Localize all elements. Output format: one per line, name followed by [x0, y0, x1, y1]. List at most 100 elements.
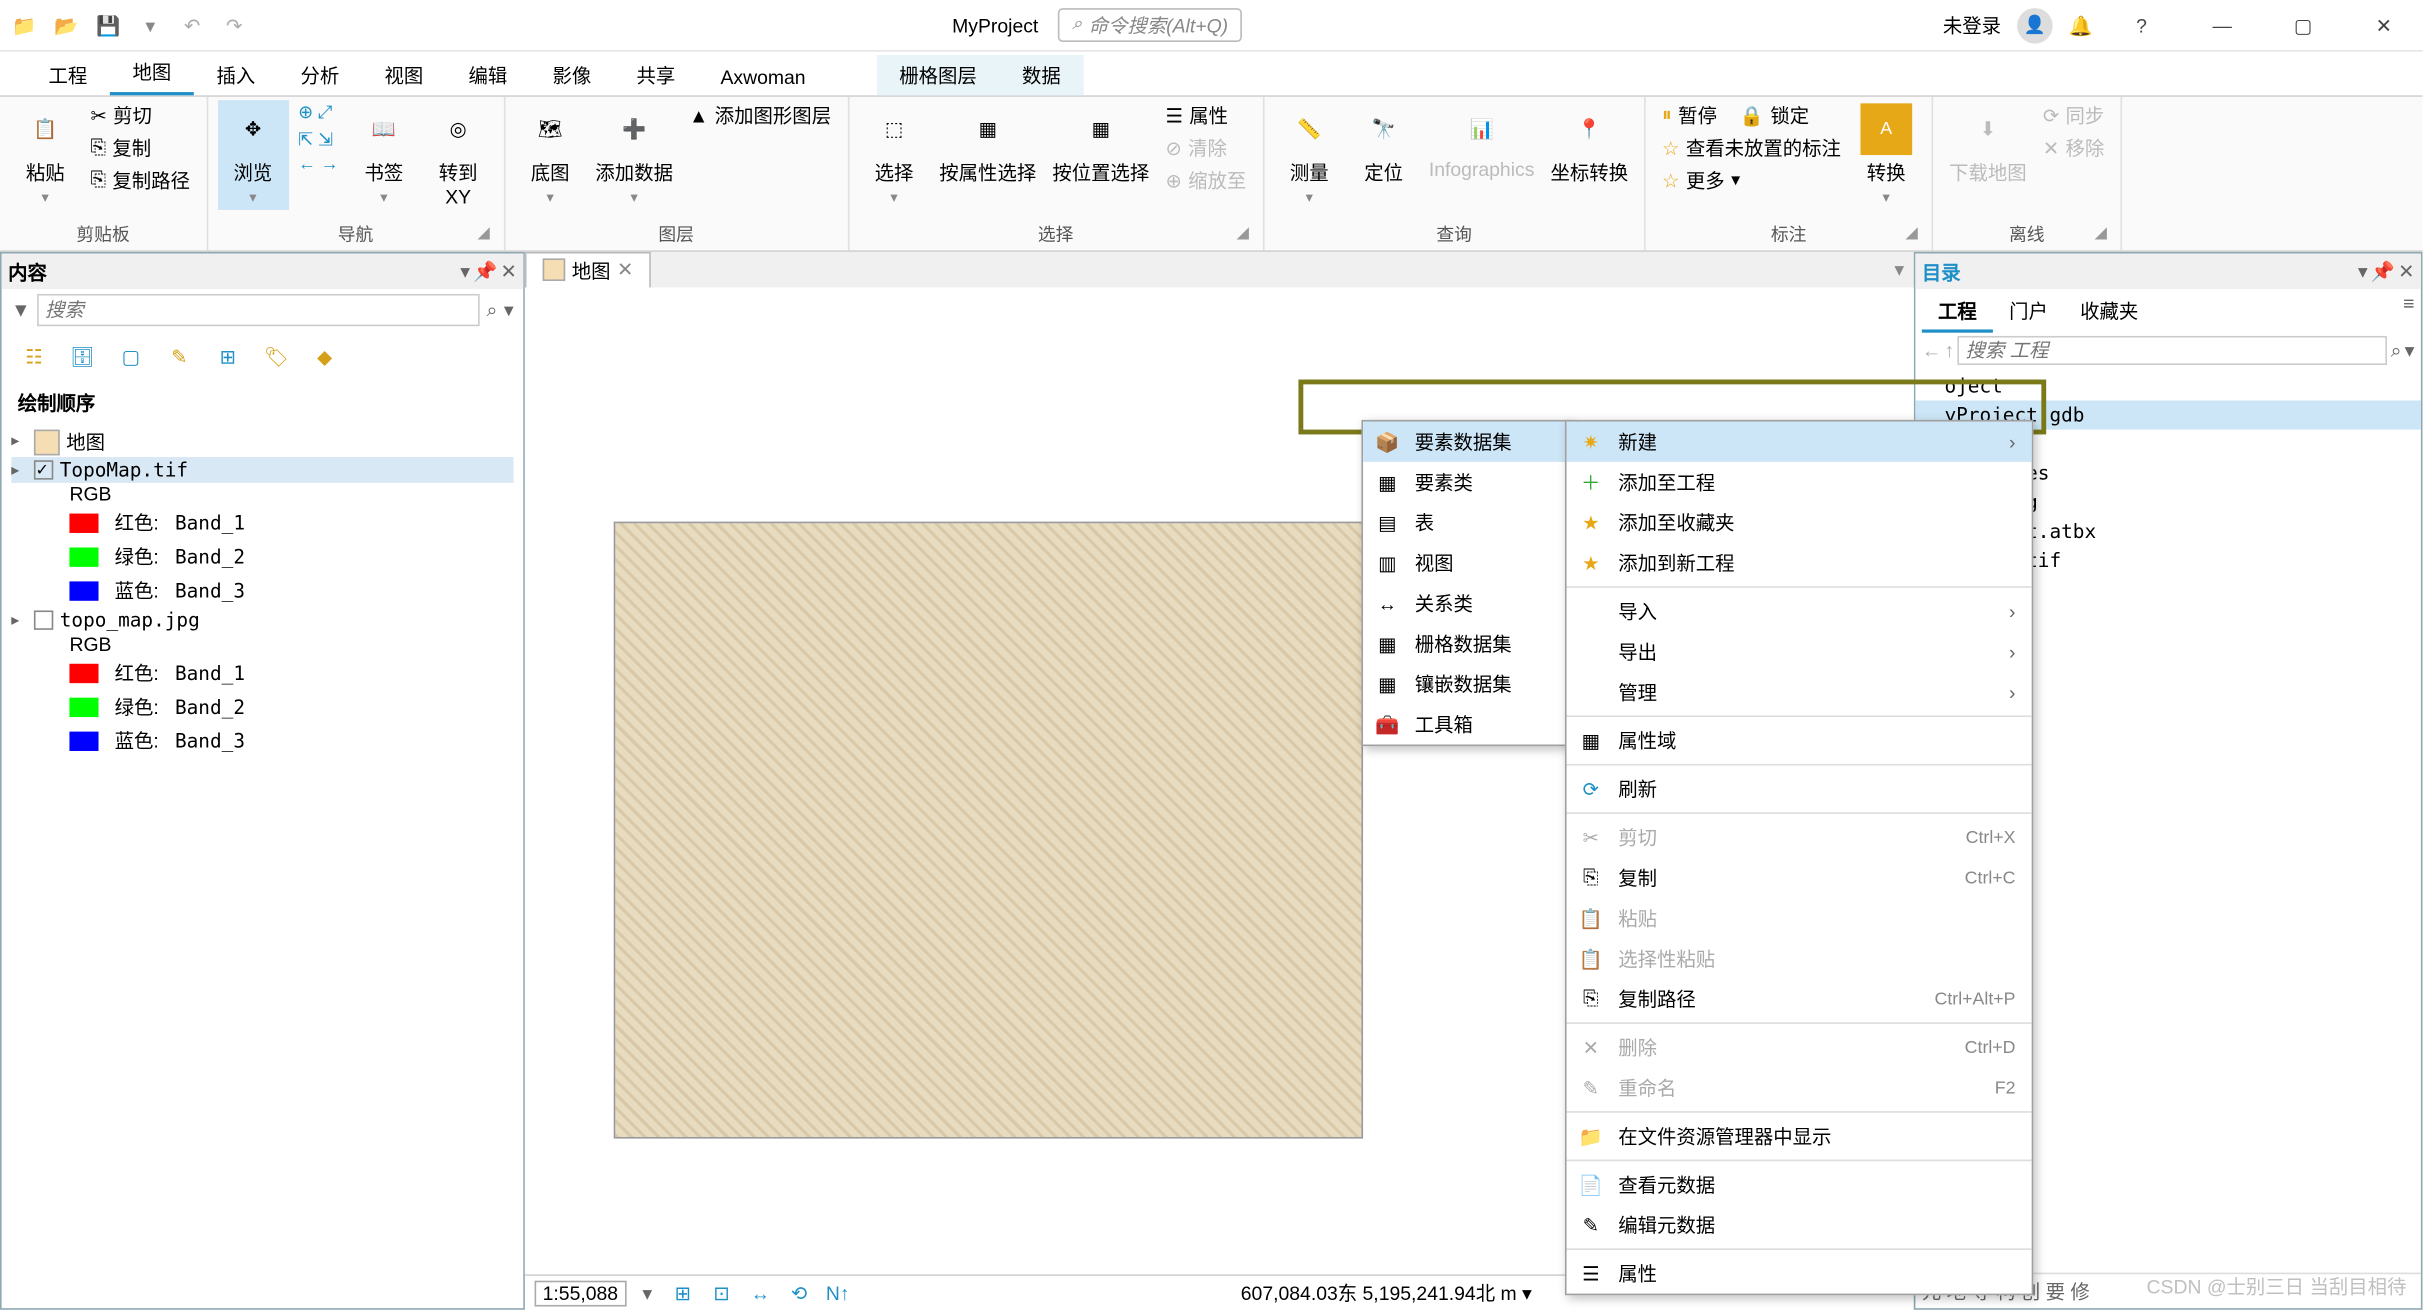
ctx-manage[interactable]: 管理› [1567, 672, 2032, 712]
status-icon[interactable]: ⟲ [784, 1278, 813, 1307]
status-icon[interactable]: ↔ [746, 1278, 775, 1307]
tab-share[interactable]: 共享 [614, 55, 698, 95]
ctx-properties[interactable]: ☰属性 [1567, 1253, 2032, 1293]
ctx-edit-metadata[interactable]: ✎编辑元数据 [1567, 1205, 2032, 1245]
ctx-item[interactable]: 🧰工具箱 [1363, 704, 1570, 744]
basemap-button[interactable]: 🗺底图▾ [515, 100, 586, 210]
convert-labels-button[interactable]: A转换▾ [1851, 100, 1922, 210]
ctx-tab-data[interactable]: 数据 [999, 55, 1083, 95]
ctx-add-project[interactable]: ＋添加至工程 [1567, 462, 2032, 502]
catalog-tab-project[interactable]: 工程 [1922, 292, 1993, 332]
paste-button[interactable]: 📋粘贴▾ [10, 100, 81, 210]
layer-checkbox[interactable] [34, 460, 53, 479]
ctx-paste[interactable]: 📋粘贴 [1567, 898, 2032, 938]
ctx-rename[interactable]: ✎重命名F2 [1567, 1068, 2032, 1108]
search-dropdown-icon[interactable]: ▾ [2405, 339, 2415, 362]
tab-analysis[interactable]: 分析 [278, 55, 362, 95]
ctx-item[interactable]: ↔关系类 [1363, 583, 1570, 623]
measure-button[interactable]: 📏测量▾ [1274, 100, 1345, 210]
pane-dropdown-icon[interactable]: ▾ [460, 260, 470, 283]
up-icon[interactable]: ↑ [1944, 339, 1954, 362]
sync-button[interactable]: ⟳同步 [2036, 100, 2110, 131]
ctx-view-metadata[interactable]: 📄查看元数据 [1567, 1164, 2032, 1204]
status-icon[interactable]: N↑ [823, 1278, 852, 1307]
clear-sel-button[interactable]: ⊘清除 [1159, 132, 1253, 163]
ctx-item[interactable]: ▦栅格数据集 [1363, 623, 1570, 663]
command-search[interactable]: ⌕ 命令搜索(Alt+Q) [1058, 8, 1243, 42]
symbology-icon[interactable]: ◆ [305, 338, 344, 377]
copypath-button[interactable]: ⎘复制路径 [84, 165, 196, 196]
snap-icon[interactable]: ⊞ [208, 338, 247, 377]
label-launcher-icon[interactable]: ◢ [1906, 224, 1929, 247]
download-map-button[interactable]: ⬇下载地图 [1943, 100, 2033, 189]
close-button[interactable]: ✕ [2351, 2, 2416, 47]
status-icon[interactable]: ⊞ [668, 1278, 697, 1307]
notifications-icon[interactable]: 🔔 [2069, 14, 2093, 37]
ctx-domains[interactable]: ▦属性域 [1567, 720, 2032, 760]
attributes-button[interactable]: ☰属性 [1159, 100, 1253, 131]
map-tab[interactable]: 地图 ✕ [525, 251, 651, 288]
coord-convert-button[interactable]: 📍坐标转换 [1544, 100, 1634, 189]
save-icon[interactable]: 💾 [90, 7, 126, 43]
ctx-item[interactable]: ▦要素类 [1363, 462, 1570, 502]
ctx-add-new-proj[interactable]: ★添加到新工程 [1567, 543, 2032, 583]
new-project-icon[interactable]: 📁 [6, 7, 42, 43]
view-unplaced-button[interactable]: ☆查看未放置的标注 [1656, 132, 1848, 163]
ctx-show-explorer[interactable]: 📁在文件资源管理器中显示 [1567, 1116, 2032, 1156]
user-avatar-icon[interactable]: 👤 [2017, 7, 2053, 43]
pane-close-icon[interactable]: ✕ [2398, 260, 2414, 283]
selection-icon[interactable]: ▢ [111, 338, 150, 377]
layer-row[interactable]: ▸topo_map.jpg [11, 607, 513, 633]
draw-order-icon[interactable]: ☷ [15, 338, 54, 377]
ctx-import[interactable]: 导入› [1567, 591, 2032, 631]
cut-button[interactable]: ✂剪切 [84, 100, 196, 131]
ctx-item[interactable]: ▦镶嵌数据集 [1363, 664, 1570, 704]
ctx-tab-raster[interactable]: 栅格图层 [877, 55, 1000, 95]
add-graphics-button[interactable]: ▲添加图形图层 [683, 100, 838, 131]
search-icon[interactable]: ⌕ [480, 298, 504, 322]
select-by-attr-button[interactable]: ▦按属性选择 [933, 100, 1043, 189]
ctx-add-fav[interactable]: ★添加至收藏夹 [1567, 502, 2032, 542]
zoom-sel-button[interactable]: ⇱ ⇲ [292, 128, 345, 152]
more-label-button[interactable]: ☆更多 ▾ [1656, 165, 1848, 196]
locate-button[interactable]: 🔭定位 [1348, 100, 1419, 189]
catalog-item[interactable]: oject [1915, 371, 2420, 400]
remove-offline-button[interactable]: ✕移除 [2036, 132, 2110, 163]
contents-search-input[interactable] [37, 294, 480, 326]
pane-close-icon[interactable]: ✕ [501, 260, 517, 283]
pause-label-button[interactable]: ⏸暂停 🔒锁定 [1656, 100, 1848, 131]
tab-insert[interactable]: 插入 [194, 55, 278, 95]
filter-icon[interactable]: ▼ [11, 299, 37, 322]
zoom-to-button[interactable]: ⊕缩放至 [1159, 165, 1253, 196]
ctx-item[interactable]: 📦要素数据集 [1363, 422, 1570, 462]
browse-button[interactable]: ✥浏览▾ [217, 100, 288, 210]
minimize-button[interactable]: — [2190, 2, 2255, 47]
offline-launcher-icon[interactable]: ◢ [2095, 224, 2118, 247]
ctx-export[interactable]: 导出› [1567, 631, 2032, 671]
goto-xy-button[interactable]: ◎转到 XY [423, 100, 494, 211]
add-data-button[interactable]: ➕添加数据▾ [589, 100, 679, 210]
pane-dropdown-icon[interactable]: ▾ [2358, 260, 2368, 283]
tab-axwoman[interactable]: Axwoman [698, 60, 828, 96]
ctx-copypath[interactable]: ⎘复制路径Ctrl+Alt+P [1567, 979, 2032, 1019]
ctx-new[interactable]: ✷新建› [1567, 422, 2032, 462]
status-icon[interactable]: ⊡ [707, 1278, 736, 1307]
ctx-copy[interactable]: ⎘复制Ctrl+C [1567, 858, 2032, 898]
edit-icon[interactable]: ✎ [160, 338, 199, 377]
tab-imagery[interactable]: 影像 [530, 55, 614, 95]
ctx-refresh[interactable]: ⟳刷新 [1567, 769, 2032, 809]
pane-pin-icon[interactable]: 📌 [2371, 260, 2395, 283]
tab-view[interactable]: 视图 [362, 55, 446, 95]
prev-next-button[interactable]: ← → [292, 153, 345, 176]
catalog-tab-portal[interactable]: 门户 [1993, 292, 2064, 332]
full-extent-button[interactable]: ⊕ ⤢ [292, 100, 345, 126]
tab-map[interactable]: 地图 [110, 52, 194, 96]
search-dropdown-icon[interactable]: ▾ [504, 299, 514, 322]
select-by-loc-button[interactable]: ▦按位置选择 [1046, 100, 1156, 189]
copy-button[interactable]: ⎘复制 [84, 132, 196, 163]
map-node[interactable]: ▸ 地图 [11, 426, 513, 457]
scale-box[interactable]: 1:55,088 [535, 1280, 627, 1306]
ctx-item[interactable]: ▥视图 [1363, 543, 1570, 583]
search-icon[interactable]: ⌕ [2391, 338, 2402, 362]
open-project-icon[interactable]: 📂 [48, 7, 84, 43]
